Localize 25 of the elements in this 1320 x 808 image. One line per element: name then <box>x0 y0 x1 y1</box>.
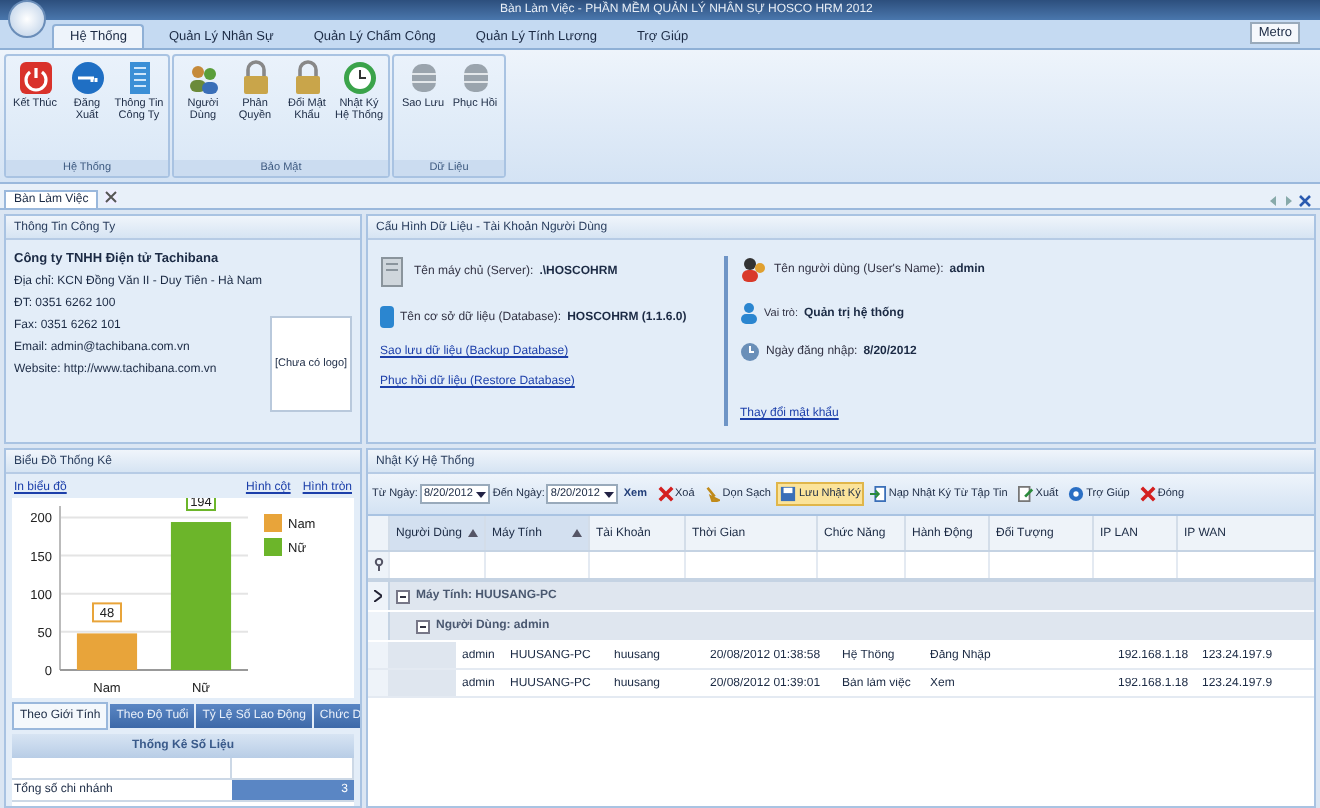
close-icon <box>657 486 673 502</box>
clock-icon <box>740 342 760 362</box>
broom-icon <box>704 486 721 502</box>
server-icon <box>380 256 408 288</box>
scroll-arrows-icon[interactable] <box>1268 194 1312 208</box>
collapse-icon[interactable] <box>396 589 410 603</box>
sort-ascending-icon <box>572 528 582 538</box>
close-icon[interactable] <box>104 190 119 204</box>
collapse-icon[interactable] <box>416 619 430 633</box>
filter-icon[interactable] <box>373 558 383 572</box>
row-pointer-icon <box>374 590 382 602</box>
dropdown-icon[interactable] <box>476 489 487 499</box>
user-icon <box>740 302 758 324</box>
import-icon <box>870 486 887 502</box>
help-icon <box>1068 486 1085 502</box>
clock-icon <box>341 60 377 96</box>
sort-ascending-icon <box>468 528 478 538</box>
save-icon <box>780 486 797 502</box>
dropdown-icon[interactable] <box>603 489 614 499</box>
users-icon <box>185 60 221 96</box>
users-icon <box>740 256 768 284</box>
power-icon <box>17 60 53 96</box>
close-icon <box>1139 486 1156 502</box>
export-icon <box>1017 486 1034 502</box>
app-logo-icon[interactable] <box>8 0 46 38</box>
